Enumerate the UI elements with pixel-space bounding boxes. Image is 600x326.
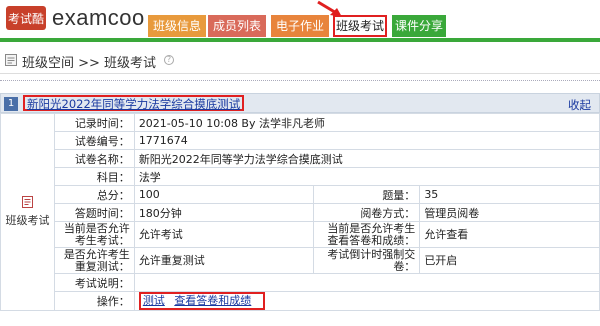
record-time-label: 记录时间： <box>53 113 135 132</box>
paper-no-value: 1771674 <box>133 131 600 150</box>
side-panel: 班级考试 <box>0 113 55 311</box>
breadcrumb: 班级空间 >> 班级考试 <box>22 56 157 71</box>
operations-cell: 测试 查看答卷和成绩 <box>133 291 600 311</box>
operations-highlight: 测试 查看答卷和成绩 <box>138 292 266 310</box>
paper-name-value: 新阳光2022年同等学力法学综合摸底测试 <box>133 149 600 168</box>
divider <box>0 80 600 83</box>
total-score-label: 总分： <box>53 185 135 204</box>
help-icon[interactable]: ? <box>164 55 174 65</box>
total-score-value: 100 <box>133 185 315 204</box>
grading-mode-value: 管理员阅卷 <box>419 203 600 222</box>
test-link[interactable]: 测试 <box>143 294 165 307</box>
duration-label: 答题时间： <box>53 203 135 222</box>
exam-details-table: 班级考试 记录时间： 2021-05-10 10:08 By 法学非凡老师 试卷… <box>0 113 600 311</box>
allow-exam-label: 当前是否允许考生考试： <box>53 221 135 248</box>
allow-exam-value: 允许考试 <box>133 221 315 248</box>
tab-class-info[interactable]: 班级信息 <box>148 15 206 37</box>
exam-paper-icon <box>21 196 33 208</box>
brand-name: examcoo <box>52 5 145 30</box>
operations-label: 操作： <box>53 291 135 311</box>
allow-view-value: 允许查看 <box>419 221 600 248</box>
tab-member-list[interactable]: 成员列表 <box>208 15 266 37</box>
header-divider <box>0 38 600 42</box>
pointer-arrow-icon <box>317 0 342 17</box>
allow-retest-value: 允许重复测试 <box>133 247 315 274</box>
allow-retest-label: 是否允许考生重复测试： <box>53 247 135 274</box>
exam-title-link[interactable]: 新阳光2022年同等学力法学综合摸底测试 <box>23 95 245 111</box>
exam-index-badge: 1 <box>4 97 18 111</box>
exam-header: 1 新阳光2022年同等学力法学综合摸底测试 收起 <box>0 93 600 113</box>
breadcrumb-bar: 班级空间 >> 班级考试 ? <box>0 46 600 74</box>
svg-text:考试酷: 考试酷 <box>8 11 44 26</box>
grading-mode-label: 阅卷方式： <box>313 203 421 222</box>
countdown-label: 考试倒计时强制交卷： <box>313 247 421 274</box>
top-header: 考试酷 examcoo 班级信息 成员列表 电子作业 班级考试 课件分享 <box>0 0 600 42</box>
question-count-label: 题量： <box>313 185 421 204</box>
examcoo-logo-seal: 考试酷 <box>6 6 46 30</box>
collapse-link[interactable]: 收起 <box>568 97 591 113</box>
paper-no-label: 试卷编号： <box>53 131 135 150</box>
duration-value: 180分钟 <box>133 203 315 222</box>
question-count-value: 35 <box>419 185 600 204</box>
class-space-icon <box>5 54 17 66</box>
side-label: 班级考试 <box>5 214 50 227</box>
tab-courseware-share[interactable]: 课件分享 <box>392 15 446 37</box>
description-label: 考试说明： <box>53 273 135 292</box>
countdown-value: 已开启 <box>419 247 600 274</box>
view-results-link[interactable]: 查看答卷和成绩 <box>174 294 251 307</box>
subject-value: 法学 <box>133 167 600 186</box>
allow-view-label: 当前是否允许考生查看答卷和成绩： <box>313 221 421 248</box>
record-time-value: 2021-05-10 10:08 By 法学非凡老师 <box>133 113 600 132</box>
subject-label: 科目： <box>53 167 135 186</box>
description-value <box>133 273 600 292</box>
paper-name-label: 试卷名称： <box>53 149 135 168</box>
